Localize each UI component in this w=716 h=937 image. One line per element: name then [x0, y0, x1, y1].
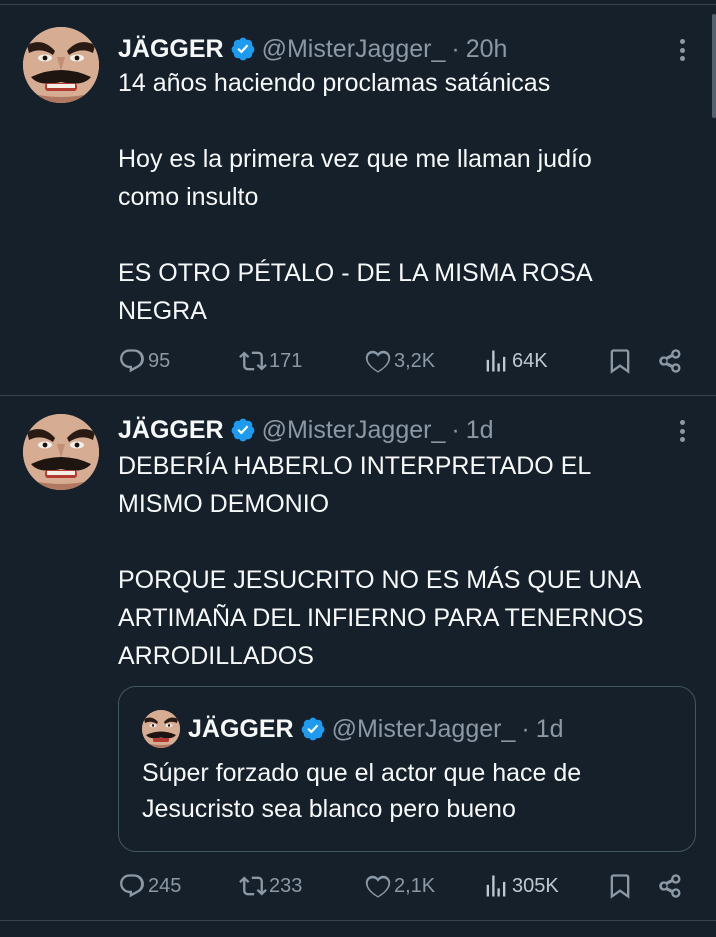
heart-icon [365, 875, 391, 898]
timestamp[interactable]: 20h [466, 35, 508, 64]
more-options-icon[interactable] [676, 417, 688, 445]
views-count: 64K [512, 349, 548, 372]
tweet-paragraph: 14 años haciendo proclamas satánicas [118, 69, 551, 97]
retweet-button[interactable]: 233 [239, 869, 302, 903]
avatar[interactable] [23, 414, 99, 490]
share-icon [659, 349, 681, 373]
reply-count: 245 [148, 874, 182, 897]
like-button[interactable]: 2,1K [364, 869, 435, 903]
bookmark-button[interactable] [606, 344, 634, 378]
verified-badge-icon [230, 36, 256, 62]
retweet-count: 233 [269, 874, 303, 897]
avatar[interactable] [23, 27, 99, 103]
author-name[interactable]: JÄGGER [118, 35, 224, 64]
avatar [142, 710, 180, 748]
tweet-paragraph: PORQUE JESUCRITO NO ES MÁS QUE UNA ARTIM… [118, 566, 644, 670]
retweet-button[interactable]: 171 [239, 344, 302, 378]
reply-icon [120, 874, 144, 898]
verified-badge-icon [230, 417, 256, 443]
views-chart-icon [486, 875, 506, 897]
quoted-tweet-text: Súper forzado que el actor que hace de J… [142, 755, 675, 827]
reply-icon [120, 349, 144, 373]
tweet-paragraph: Súper forzado que el actor que hace de J… [142, 759, 582, 823]
heart-icon [365, 350, 391, 373]
tweet-header: JÄGGER @MisterJagger_ · 20h [118, 32, 507, 66]
views-button[interactable]: 305K [482, 869, 559, 903]
dot-separator: · [451, 415, 460, 444]
author-name[interactable]: JÄGGER [118, 416, 224, 445]
tweet-paragraph: DEBERÍA HABERLO INTERPRETADO EL MISMO DE… [118, 452, 592, 518]
views-count: 305K [512, 874, 559, 897]
quoted-tweet[interactable]: JÄGGER @MisterJagger_ · 1d Súper forzado… [118, 686, 696, 852]
tweet-paragraph: ES OTRO PÉTALO - DE LA MISMA ROSA NEGRA [118, 259, 593, 325]
like-button[interactable]: 3,2K [364, 344, 435, 378]
tweet-paragraph: Hoy es la primera vez que me llaman judí… [118, 145, 592, 211]
like-count: 3,2K [394, 349, 436, 372]
bookmark-button[interactable] [606, 869, 634, 903]
bookmark-icon [610, 874, 630, 899]
tweet-text: 14 años haciendo proclamas satánicas Hoy… [118, 64, 692, 330]
tweet-divider [0, 920, 716, 921]
retweet-count: 171 [269, 349, 303, 372]
bookmark-icon [610, 349, 630, 374]
retweet-icon [239, 876, 267, 896]
tweet-header: JÄGGER @MisterJagger_ · 1d [118, 413, 494, 447]
tweet-text: DEBERÍA HABERLO INTERPRETADO EL MISMO DE… [118, 447, 692, 675]
tweet[interactable]: JÄGGER @MisterJagger_ · 1d DEBERÍA HABER… [0, 396, 716, 920]
tweet-actions: 245 233 2,1K 305K [118, 869, 696, 903]
share-button[interactable] [656, 344, 684, 378]
timeline-feed: JÄGGER @MisterJagger_ · 20h 14 años haci… [0, 0, 716, 937]
quoted-tweet-header: JÄGGER @MisterJagger_ · 1d [142, 710, 564, 748]
dot-separator: · [521, 714, 530, 743]
timestamp[interactable]: 1d [466, 416, 494, 445]
share-button[interactable] [656, 869, 684, 903]
share-icon [659, 874, 681, 898]
tweet[interactable]: JÄGGER @MisterJagger_ · 20h 14 años haci… [0, 5, 716, 395]
author-name: JÄGGER [188, 714, 294, 743]
reply-button[interactable]: 95 [118, 344, 170, 378]
reply-count: 95 [148, 349, 171, 372]
author-handle[interactable]: @MisterJagger_ [262, 35, 446, 64]
timestamp: 1d [535, 714, 564, 743]
like-count: 2,1K [394, 874, 436, 897]
author-handle: @MisterJagger_ [331, 714, 516, 743]
author-handle[interactable]: @MisterJagger_ [262, 416, 446, 445]
views-button[interactable]: 64K [482, 344, 548, 378]
dot-separator: · [451, 34, 460, 63]
tweet-actions: 95 171 3,2K 64K [118, 344, 696, 378]
retweet-icon [239, 351, 267, 371]
views-chart-icon [486, 350, 506, 372]
more-options-icon[interactable] [676, 36, 688, 64]
reply-button[interactable]: 245 [118, 869, 181, 903]
verified-badge-icon [300, 716, 326, 742]
